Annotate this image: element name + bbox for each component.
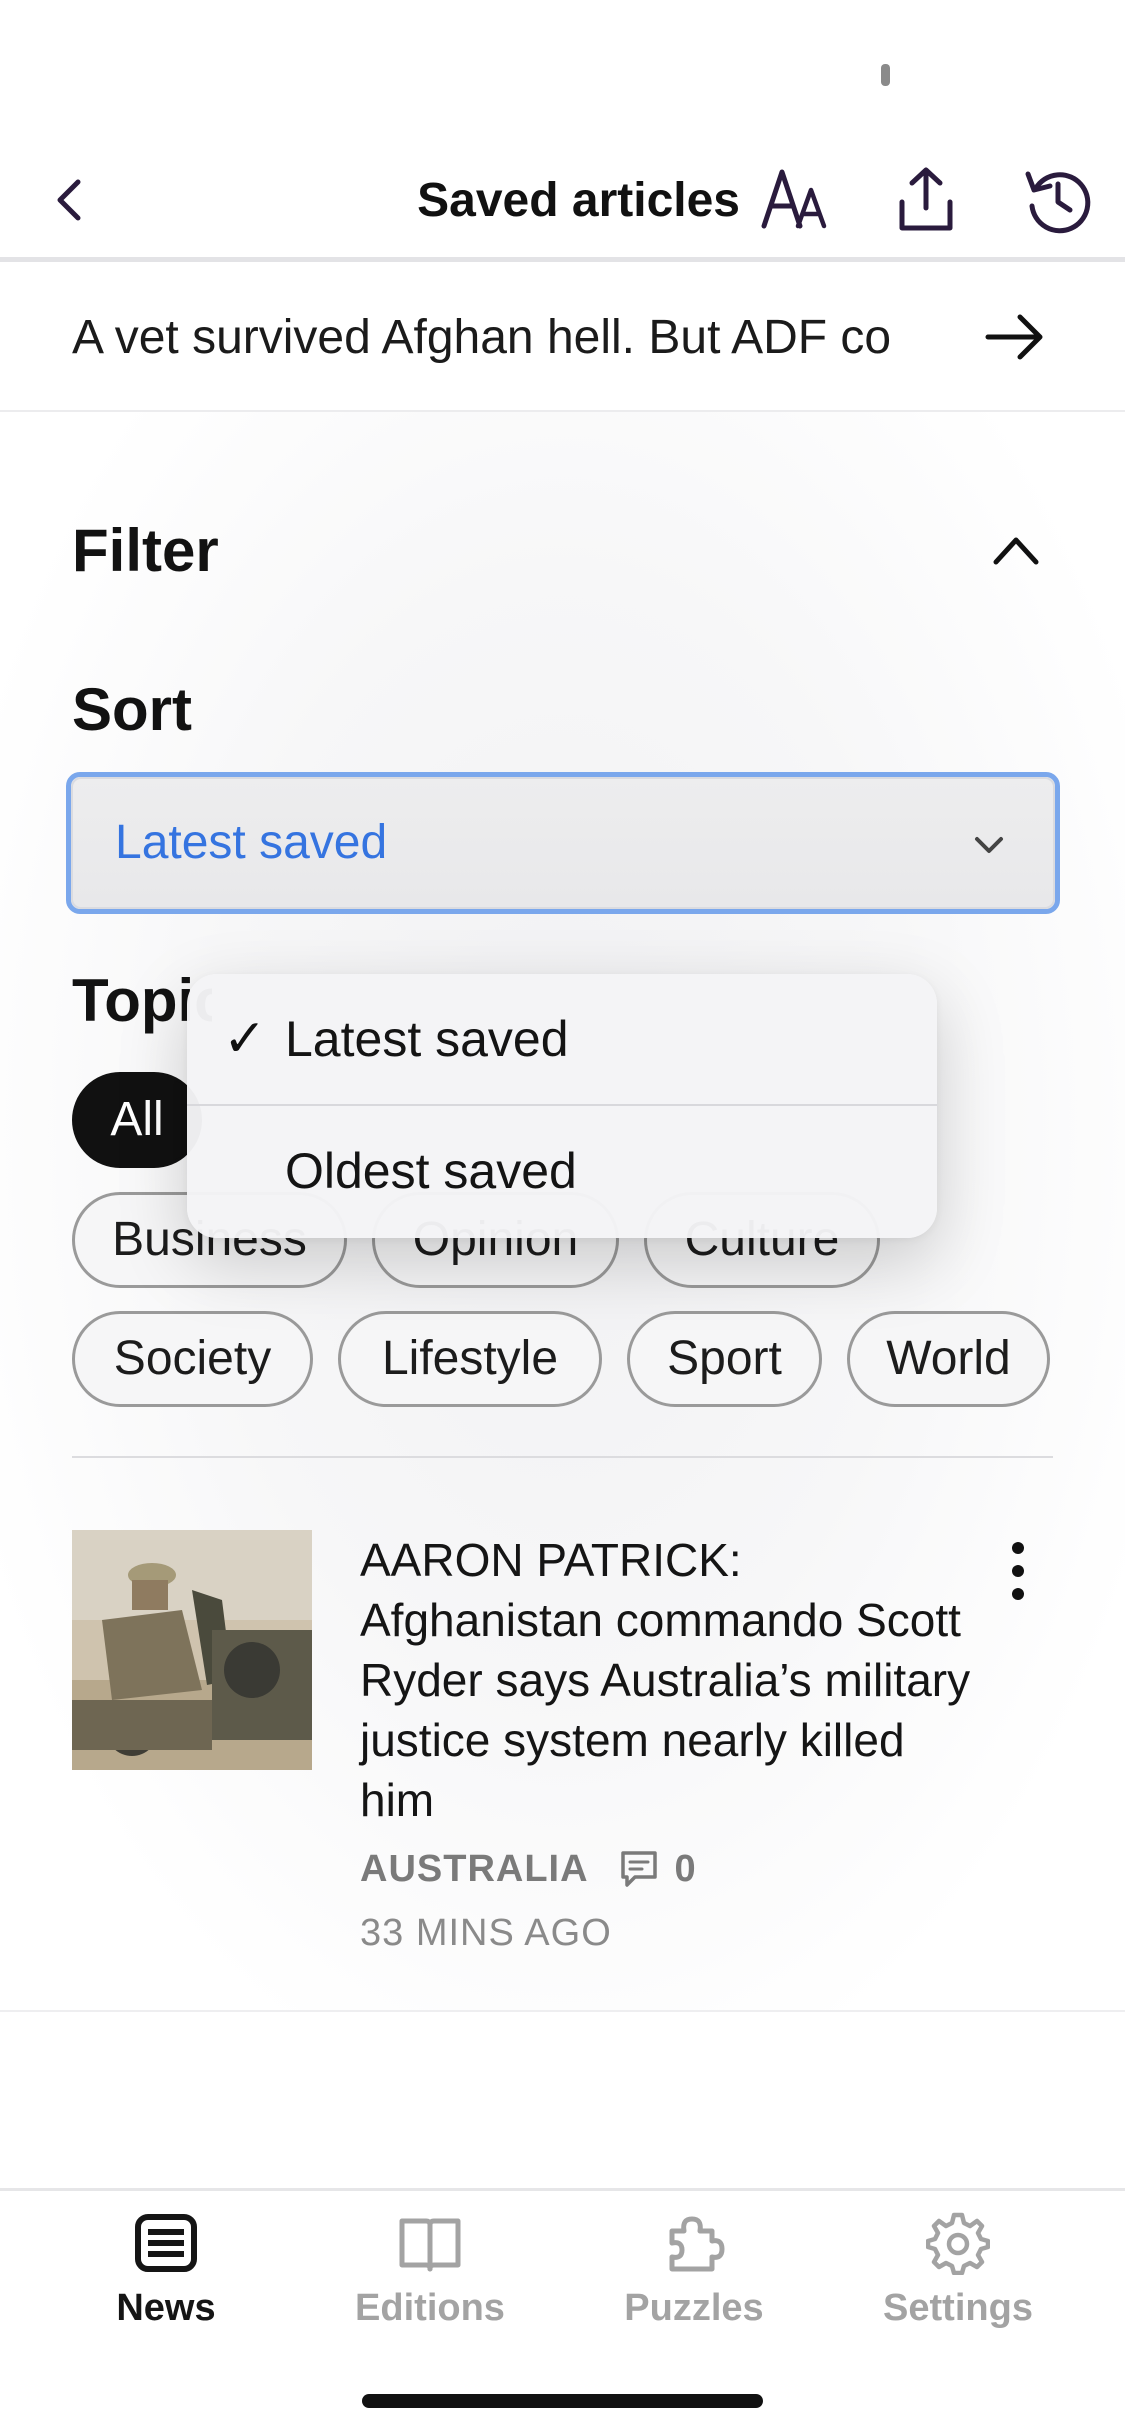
tab-label: Settings [883,2287,1033,2329]
sort-option-label: Latest saved [285,1011,569,1067]
topic-chip-lifestyle[interactable]: Lifestyle [338,1311,602,1407]
headline-banner[interactable]: A vet survived Afghan hell. But ADF co [0,267,1125,412]
puzzle-icon [669,2216,725,2272]
article-timestamp: 33 MINS AGO [360,1912,612,1954]
comment-count: 0 [674,1847,696,1890]
status-bar [0,0,1125,140]
topic-chip-society[interactable]: Society [72,1311,313,1407]
headline-text: A vet survived Afghan hell. But ADF co [72,311,892,364]
share-button[interactable] [888,162,964,238]
article-divider [0,2010,1125,2012]
sort-select[interactable]: Latest saved [66,772,1060,914]
sort-option-latest[interactable]: ✓ Latest saved [187,974,937,1106]
more-options-button[interactable] [1000,1538,1036,1604]
article-list-item[interactable]: AARON PATRICK: Afghanistan commando Scot… [0,1500,1125,2010]
chevron-up-icon [993,537,1039,565]
share-icon [899,167,953,231]
tab-label: Puzzles [624,2287,764,2329]
topic-chip-sport[interactable]: Sport [627,1311,822,1407]
checkmark-icon: ✓ [223,1010,267,1068]
section-divider [72,1456,1053,1458]
navigation-bar: Saved articles [0,140,1125,262]
sort-dropdown-menu: ✓ Latest saved Oldest saved [187,974,937,1238]
comment-icon [620,1851,657,1887]
article-section: AUSTRALIA [360,1847,589,1890]
article-meta: AUSTRALIA 0 [360,1846,696,1892]
page-title: Saved articles [417,174,740,227]
topic-chip-all[interactable]: All [72,1072,202,1168]
text-size-button[interactable] [758,162,834,238]
article-thumbnail [72,1530,312,1770]
arrow-right-icon [984,307,1046,367]
sort-option-label: Oldest saved [285,1143,577,1199]
book-icon [399,2218,461,2272]
status-indicator [881,64,890,86]
text-size-icon [761,169,827,229]
home-indicator [362,2394,763,2408]
tab-label: News [116,2287,216,2329]
filter-title: Filter [72,517,219,584]
refresh-button[interactable] [1020,162,1096,238]
chevron-left-icon [57,179,81,221]
sort-selected-value: Latest saved [115,816,388,869]
tab-editions[interactable]: Editions [320,2211,540,2351]
sort-label: Sort [72,676,192,743]
back-button[interactable] [44,170,94,230]
topic-chip-world[interactable]: World [847,1311,1050,1407]
sort-option-oldest[interactable]: Oldest saved [187,1106,937,1238]
news-icon [135,2214,197,2272]
tab-label: Editions [355,2287,505,2329]
tab-settings[interactable]: Settings [848,2211,1068,2351]
gear-icon [926,2212,990,2275]
tab-news[interactable]: News [56,2211,276,2351]
article-title: AARON PATRICK: Afghanistan commando Scot… [360,1534,971,1826]
tab-puzzles[interactable]: Puzzles [584,2211,804,2351]
soldier-image [72,1530,312,1770]
filter-toggle-button[interactable] [990,528,1042,572]
chevron-down-icon [969,825,1009,865]
more-vertical-icon [1012,1542,1024,1600]
refresh-icon [1025,171,1091,234]
